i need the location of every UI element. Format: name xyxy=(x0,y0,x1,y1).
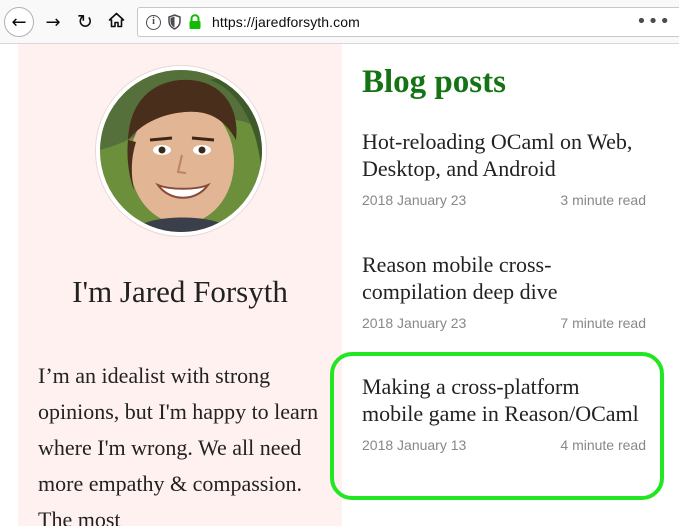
url-text: https://jaredforsyth.com xyxy=(212,14,360,30)
profile-panel: I'm Jared Forsyth I’m an idealist with s… xyxy=(18,44,342,526)
page-actions-more-icon[interactable]: ••• xyxy=(636,11,671,32)
blog-post-read-time: 7 minute read xyxy=(560,315,646,331)
lock-icon[interactable] xyxy=(188,14,202,30)
avatar xyxy=(96,66,266,236)
blog-post-item: Hot-reloading OCaml on Web, Desktop, and… xyxy=(362,128,646,208)
info-icon[interactable]: i xyxy=(146,15,161,30)
blog-post-title-link[interactable]: Hot-reloading OCaml on Web, Desktop, and… xyxy=(362,128,646,182)
blog-post-read-time: 3 minute read xyxy=(560,192,646,208)
reload-button[interactable]: ↻ xyxy=(70,7,100,37)
blog-post-item: Reason mobile cross-compilation deep div… xyxy=(362,251,646,331)
blog-post-title-link[interactable]: Reason mobile cross-compilation deep div… xyxy=(362,251,646,305)
profile-name: I'm Jared Forsyth xyxy=(72,274,288,309)
blog-post-read-time: 4 minute read xyxy=(560,437,646,453)
address-bar[interactable]: i https://jaredforsyth.com ••• xyxy=(137,7,679,37)
blog-post-meta: 2018 January 23 7 minute read xyxy=(362,315,646,331)
blog-post-meta: 2018 January 13 4 minute read xyxy=(362,437,646,453)
home-icon xyxy=(108,12,125,33)
reload-icon: ↻ xyxy=(77,11,93,33)
blog-post-date: 2018 January 23 xyxy=(362,315,467,331)
blog-post-item: Making a cross-platform mobile game in R… xyxy=(362,373,646,453)
bio-text: I’m an idealist with strong opinions, bu… xyxy=(38,363,319,526)
back-button[interactable]: ← xyxy=(4,7,34,37)
home-button[interactable] xyxy=(101,7,131,37)
blog-posts-heading: Blog posts xyxy=(362,64,506,100)
blog-post-date: 2018 January 23 xyxy=(362,192,467,208)
tracking-shield-icon[interactable] xyxy=(168,14,181,34)
forward-button[interactable]: → xyxy=(38,7,68,37)
blog-post-meta: 2018 January 23 3 minute read xyxy=(362,192,646,208)
blog-post-date: 2018 January 13 xyxy=(362,437,467,453)
blog-post-title-link[interactable]: Making a cross-platform mobile game in R… xyxy=(362,373,646,427)
forward-arrow-icon: → xyxy=(45,11,61,33)
back-arrow-icon: ← xyxy=(11,11,27,33)
browser-toolbar: ← → ↻ i https://jaredforsyth.com ••• xyxy=(0,0,679,44)
